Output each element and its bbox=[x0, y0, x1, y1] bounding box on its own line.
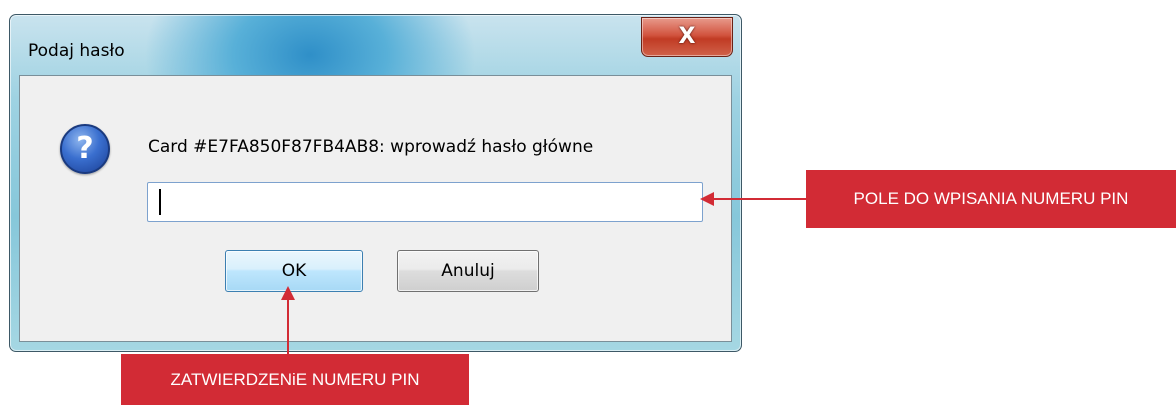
confirm-callout: ZATWIERDZENiE NUMERU PIN bbox=[121, 354, 469, 405]
ok-arrow-head bbox=[281, 286, 295, 300]
pin-arrow-head bbox=[700, 192, 714, 206]
pin-field-callout: POLE DO WPISANIA NUMERU PIN bbox=[806, 170, 1176, 228]
